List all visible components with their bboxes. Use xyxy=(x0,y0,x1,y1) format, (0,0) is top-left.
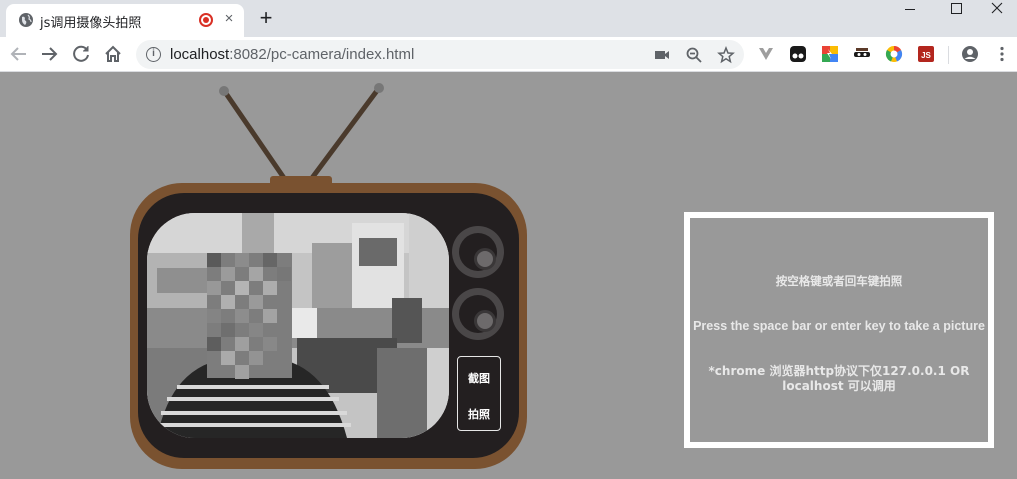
tv-antenna xyxy=(219,83,384,180)
camera-icon[interactable] xyxy=(653,46,671,64)
tv-knob-bottom xyxy=(452,288,504,340)
browser-tab[interactable]: js调用摄像头拍照 × xyxy=(6,4,244,37)
address-bar[interactable]: i localhost:8082/pc-camera/index.html xyxy=(136,40,744,69)
reload-icon[interactable] xyxy=(68,41,94,67)
back-icon[interactable] xyxy=(6,41,32,67)
hint-chinese: 按空格键或者回车键拍照 xyxy=(775,274,903,288)
zoom-icon[interactable] xyxy=(685,46,703,64)
tab-title: js调用摄像头拍照 xyxy=(40,16,142,31)
browser-toolbar: i localhost:8082/pc-camera/index.html JS xyxy=(0,37,1017,72)
window-close-button[interactable] xyxy=(978,0,1017,30)
knob-ring xyxy=(459,295,497,333)
url-path: :8082/pc-camera/index.html xyxy=(229,46,415,63)
star-icon[interactable] xyxy=(717,46,735,64)
window-minimize-button[interactable] xyxy=(886,0,932,30)
knob-ring xyxy=(459,233,497,271)
knob-core xyxy=(474,310,496,332)
home-icon[interactable] xyxy=(100,41,126,67)
camera-video xyxy=(147,213,449,438)
tv-knob-top xyxy=(452,226,504,278)
new-tab-button[interactable]: + xyxy=(254,6,278,30)
more-vert-icon[interactable] xyxy=(993,45,1011,63)
globe-icon xyxy=(19,13,33,27)
hint-chrome-note: *chrome 浏览器http协议下仅127.0.0.1 OR localhos… xyxy=(708,364,970,393)
screenshot-button[interactable]: 截图 xyxy=(458,368,500,390)
tab-close-button[interactable]: × xyxy=(220,10,238,28)
close-icon xyxy=(991,2,1003,14)
url-text: localhost:8082/pc-camera/index.html xyxy=(170,46,414,63)
account-icon[interactable] xyxy=(961,45,979,63)
hint-english: Press the space bar or enter key to take… xyxy=(693,319,985,333)
info-icon[interactable]: i xyxy=(146,47,161,62)
tampermonkey-icon[interactable] xyxy=(789,45,807,63)
camera-controls: 截图 拍照 xyxy=(457,356,501,431)
incognito-mask-icon[interactable] xyxy=(853,45,871,63)
camera-feed-image xyxy=(147,213,449,438)
url-host: localhost xyxy=(170,46,230,63)
vue-devtools-icon[interactable] xyxy=(757,45,775,63)
window-maximize-button[interactable] xyxy=(932,0,978,30)
toolbar-divider xyxy=(948,46,949,64)
js-extension-icon[interactable]: JS xyxy=(917,45,935,63)
forward-icon[interactable] xyxy=(36,41,62,67)
chrome-color-icon[interactable] xyxy=(885,45,903,63)
tab-strip: js调用摄像头拍照 × + xyxy=(0,0,1017,37)
record-icon xyxy=(199,13,213,27)
take-photo-button[interactable]: 拍照 xyxy=(458,404,500,426)
knob-core xyxy=(474,248,496,270)
svg-text:JS: JS xyxy=(921,51,931,60)
extension-colorful-icon[interactable] xyxy=(821,45,839,63)
